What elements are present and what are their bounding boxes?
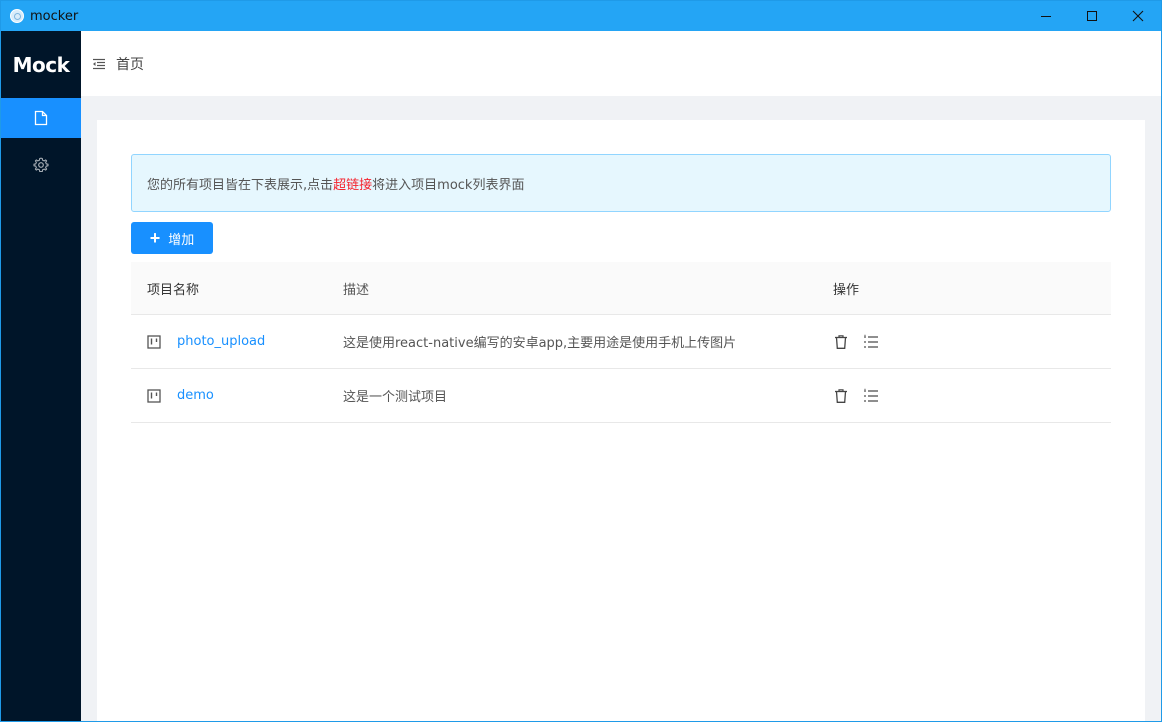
column-header-actions: 操作 [833,282,860,298]
add-project-button[interactable]: + 增加 [131,222,213,254]
list-icon[interactable] [863,388,879,404]
page-header: 首页 [81,31,1161,96]
project-icon [147,334,161,349]
plus-icon: + [149,228,161,248]
add-button-label: 增加 [168,231,195,247]
app-window: mocker Mock 首页 您的所有项目皆在下表展示,点击 超链接 将进入项目… [0,0,1162,722]
minimize-button[interactable] [1023,1,1069,31]
alert-text-after: 将进入项目mock列表界面 [372,177,525,193]
alert-highlight: 超链接 [333,177,373,193]
maximize-icon [1087,11,1097,21]
menu-fold-icon[interactable] [92,57,106,71]
breadcrumb-home[interactable]: 首页 [116,54,144,74]
column-header-description: 描述 [343,282,370,298]
sidebar: Mock [1,31,81,721]
file-icon [34,110,48,126]
column-header-name: 项目名称 [147,282,200,298]
sidebar-item-settings[interactable] [1,145,81,185]
delete-icon[interactable] [833,334,849,350]
window-controls [1023,1,1161,31]
project-name-cell: photo_upload [131,334,327,349]
title-bar[interactable]: mocker [1,1,1161,31]
table-header: 项目名称 描述 操作 [131,262,1111,315]
project-actions [817,334,1111,350]
project-name-cell: demo [131,388,327,403]
app-logo: Mock [12,52,70,77]
main-content: 您的所有项目皆在下表展示,点击 超链接 将进入项目mock列表界面 + 增加 项目名… [97,120,1145,721]
project-actions [817,388,1111,404]
project-link[interactable]: photo_upload [177,334,265,349]
minimize-icon [1041,16,1051,17]
close-icon [1132,10,1144,22]
project-link[interactable]: demo [177,388,214,403]
alert-text-before: 您的所有项目皆在下表展示,点击 [147,177,334,193]
project-description: 这是一个测试项目 [343,390,448,405]
window-title: mocker [30,8,79,24]
maximize-button[interactable] [1069,1,1115,31]
close-button[interactable] [1115,1,1161,31]
projects-table: 项目名称 描述 操作 photo_upload 这是使用react-native… [131,262,1111,423]
app-icon [10,9,24,23]
gear-icon [33,157,49,173]
info-alert: 您的所有项目皆在下表展示,点击 超链接 将进入项目mock列表界面 [131,154,1111,212]
list-icon[interactable] [863,334,879,350]
table-row: photo_upload 这是使用react-native编写的安卓app,主要… [131,315,1111,369]
project-description: 这是使用react-native编写的安卓app,主要用途是使用手机上传图片 [343,336,737,351]
project-icon [147,388,161,403]
sidebar-item-projects[interactable] [1,98,81,138]
delete-icon[interactable] [833,388,849,404]
table-row: demo 这是一个测试项目 [131,369,1111,423]
